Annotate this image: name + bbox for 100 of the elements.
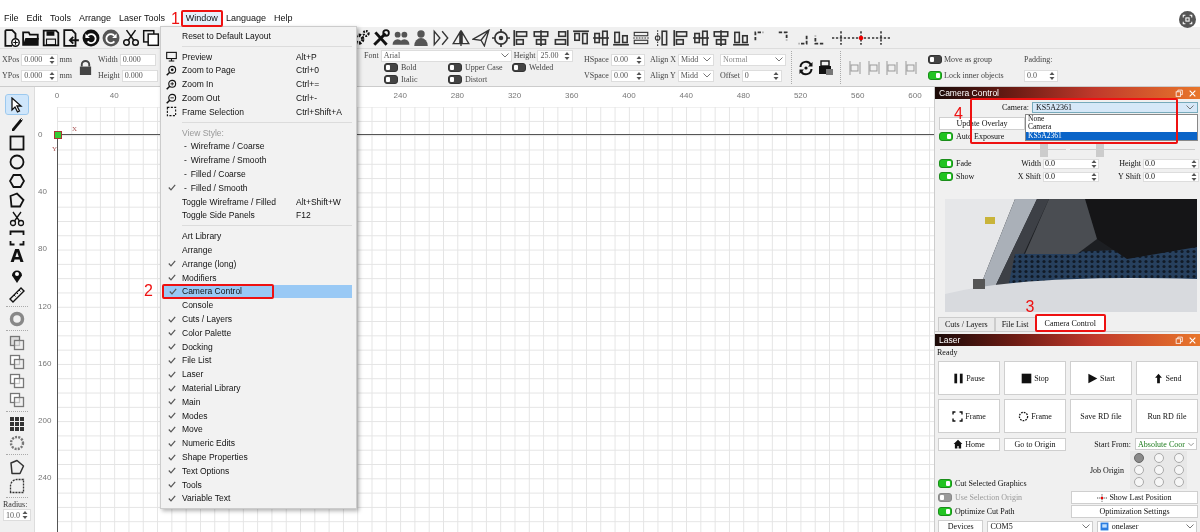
menu-item[interactable]: File [0,11,23,26]
radio-button[interactable] [1134,465,1144,475]
menu-item[interactable]: Numeric Edits [161,436,356,451]
devices-button[interactable]: Devices [938,520,984,532]
restore-icon[interactable] [1175,335,1184,345]
number-field[interactable]: 0.000 [119,53,156,66]
menu-item[interactable]: Language [221,11,270,26]
mode-dropdown[interactable]: Normal [720,53,786,66]
optimization-settings-button[interactable]: Optimization Settings [1071,505,1198,518]
laser-button[interactable]: Start [1070,361,1132,395]
toggle-switch[interactable] [448,75,462,84]
toggle-switch[interactable] [939,159,953,168]
radio-button[interactable] [1134,453,1144,463]
menu-item[interactable]: - Filled / Smooth [161,180,356,195]
printer-icon[interactable] [818,59,834,76]
new-file-icon[interactable] [2,28,20,47]
crosshair-icon[interactable] [852,28,870,47]
lock-icon[interactable] [77,60,93,75]
menu-item[interactable]: Console [161,298,356,313]
undo-icon[interactable] [82,28,100,47]
home-button[interactable]: Home [938,437,1000,451]
align-top-icon[interactable] [572,28,590,47]
camera-dropdown[interactable]: KS5A2361 [1032,101,1198,113]
copy-icon[interactable] [142,28,160,47]
start-from-dropdown[interactable]: Absolute Coor [1135,438,1197,450]
panel-tab[interactable]: Cuts / Layers [938,317,995,331]
person-icon[interactable] [412,28,430,47]
number-field[interactable]: 0.000 [121,69,158,82]
align-center-icon[interactable] [712,28,730,47]
align-middle-icon[interactable] [592,28,610,47]
toggle-switch[interactable] [938,479,952,488]
open-folder-icon[interactable] [22,28,40,47]
laser-button[interactable]: Frame [1004,399,1066,433]
number-field[interactable]: 0.0 [1024,69,1058,82]
radio-button[interactable] [1154,453,1164,463]
slider-thumb[interactable] [1040,142,1049,157]
menu-item[interactable]: Color Palette [161,325,356,340]
align-center-icon[interactable] [532,28,550,47]
target-icon[interactable] [492,28,510,47]
number-field[interactable]: 0.00 [610,69,645,82]
menu-item[interactable]: Arrange [75,11,116,26]
menu-item[interactable]: Variable Text [161,491,356,506]
menu-item[interactable]: Help [269,11,297,26]
export-icon[interactable] [62,28,80,47]
slider-thumb[interactable] [1095,142,1104,157]
align-middle-icon[interactable] [692,28,710,47]
menu-item[interactable]: - Filled / Coarse [161,167,356,181]
toggle-switch[interactable] [939,132,953,141]
toggle-switch[interactable] [928,71,942,80]
menu-item[interactable]: Preview Alt+P [161,49,356,64]
restore-icon[interactable] [1175,88,1184,98]
toggle-switch[interactable] [928,55,942,64]
fullscreen-icon[interactable] [1179,11,1196,28]
menu-item[interactable]: Edit [22,11,47,26]
distribute-icon[interactable] [652,28,670,47]
toggle-switch[interactable] [512,63,526,72]
wrench-icon[interactable] [372,28,390,47]
menu-item[interactable]: Zoom In Ctrl+= [161,77,356,92]
show-last-position-button[interactable]: Show Last Position [1071,491,1198,504]
laser-button[interactable]: Save RD file [1070,399,1132,433]
menu-item[interactable]: Frame Selection Ctrl+Shift+A [161,105,356,119]
paper-plane-icon[interactable] [472,28,490,47]
menu-item[interactable]: Tools [46,11,76,26]
panel-tab[interactable]: File List [994,317,1036,331]
menu-item[interactable]: Zoom Out Ctrl+- [161,91,356,105]
menu-item[interactable]: Reset to Default Layout [161,29,356,43]
menu-item[interactable]: Material Library [161,381,356,395]
radio-button[interactable] [1154,465,1164,475]
laser-button[interactable]: Send [1136,361,1198,395]
menu-item[interactable]: Tools [161,477,356,492]
menu-item[interactable]: Arrange (long) [161,256,356,271]
radio-button[interactable] [1174,477,1184,487]
menu-item[interactable]: Main [161,394,356,409]
align-right-icon[interactable] [552,28,570,47]
menu-item[interactable]: Move [161,422,356,437]
menu-item[interactable]: Arrange [161,243,356,257]
radio-button[interactable] [1154,477,1164,487]
tool-button[interactable] [6,95,28,114]
font-dropdown[interactable]: Arial [380,49,512,62]
laser-button[interactable]: Run RD file [1136,399,1198,433]
crosshair-icon[interactable] [832,28,850,47]
number-field[interactable]: 0 [741,69,782,82]
number-field[interactable]: 0.000 [21,69,58,82]
menu-item[interactable]: File List [161,353,356,368]
redo-icon[interactable] [102,28,120,47]
toggle-switch[interactable] [448,63,462,72]
menu-item[interactable]: Laser Tools [115,11,169,26]
close-icon[interactable] [1188,335,1197,345]
device-dropdown[interactable]: onelaser [1096,520,1197,532]
radio-button[interactable] [1134,477,1144,487]
menu-item[interactable]: Toggle Side Panels F12 [161,208,356,223]
toggle-switch[interactable] [938,507,952,516]
menu-item[interactable]: Zoom to Page Ctrl+0 [161,63,356,78]
laser-button[interactable]: Pause [938,361,1000,395]
radio-button[interactable] [1174,465,1184,475]
align-left-icon[interactable] [512,28,530,47]
go-to-origin-button[interactable]: Go to Origin [1004,437,1066,451]
align-dropdown[interactable]: Midd [678,53,714,66]
toggle-switch[interactable] [939,172,953,181]
laser-button[interactable]: Frame [938,399,1000,433]
